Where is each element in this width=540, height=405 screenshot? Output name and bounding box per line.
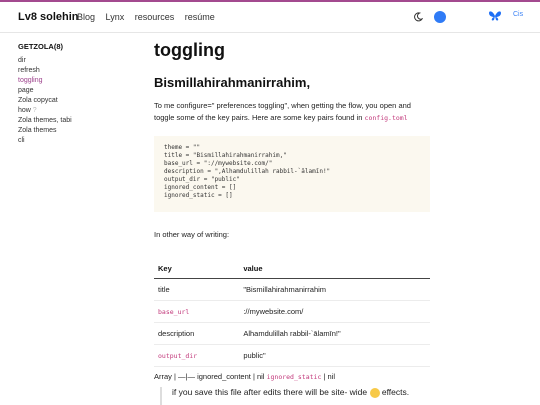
rolling-eyes-emoji-icon xyxy=(369,387,380,398)
section-heading: Bismillahirahmanirrahim, xyxy=(154,75,311,90)
moon-icon[interactable] xyxy=(413,12,423,22)
sidebar-item-zola-themes[interactable]: Zola themes xyxy=(18,126,128,136)
key-value-table: Key value title "Bismillahirahmanirrahim… xyxy=(154,259,430,367)
table-cell-value: public" xyxy=(239,344,430,367)
sidebar-item-toggling[interactable]: toggling xyxy=(18,76,128,86)
table-row: title "Bismillahirahmanirrahim xyxy=(154,278,430,301)
top-navbar: Lv8 solehin Blog Lynx resources resúme C… xyxy=(0,2,540,33)
sidebar-item-how[interactable]: how ? xyxy=(18,106,128,116)
page-title: toggling xyxy=(154,40,225,60)
table-cell-key: output_dir xyxy=(154,344,240,367)
alt-paragraph: In other way of writing: xyxy=(154,230,230,239)
table-cell-value: Alhamdulillah rabbil-`ālamīn!" xyxy=(239,322,430,345)
help-icon: ? xyxy=(32,107,37,114)
sidebar-title: GETZOLA(8) xyxy=(18,42,63,51)
butterfly-icon[interactable] xyxy=(488,10,502,23)
blockquote: if you save this file after edits there … xyxy=(160,387,409,405)
array-line: Array | —|— ignored_content | nil ignore… xyxy=(154,372,336,381)
sidebar-item-zola-themes-tabi[interactable]: Zola themes, tabi xyxy=(18,116,128,126)
table-row: description Alhamdulillah rabbil-`ālamīn… xyxy=(154,322,430,345)
sidebar-item-refresh[interactable]: refresh xyxy=(18,66,128,76)
main-content: toggling Bismillahirahmanirrahim, To me … xyxy=(154,40,430,367)
main-nav: Blog Lynx resources resúme xyxy=(77,12,223,22)
nav-item-resume[interactable]: resúme xyxy=(185,12,215,22)
table-cell-value: "Bismillahirahmanirrahim xyxy=(239,278,430,301)
inline-code: config.toml xyxy=(364,114,408,122)
nav-item-blog[interactable]: Blog xyxy=(77,12,95,22)
table-cell-key: title xyxy=(154,278,240,301)
sidebar-item-zola-copycat[interactable]: Zola copycat xyxy=(18,96,128,106)
array-inline-code: ignored_static xyxy=(266,373,322,381)
language-switch[interactable]: Cis xyxy=(513,11,523,18)
table-row: base_url ://mywebsite.com/ xyxy=(154,300,430,323)
table-header-row: Key value xyxy=(154,259,430,279)
nav-item-resources[interactable]: resources xyxy=(135,12,175,22)
table-cell-value: ://mywebsite.com/ xyxy=(239,300,430,323)
sidebar-item-cli[interactable]: cli xyxy=(18,136,128,146)
intro-paragraph: To me configure=" preferences toggling",… xyxy=(154,101,411,122)
table-header-key: Key xyxy=(154,259,240,279)
sidebar-item-page[interactable]: page xyxy=(18,86,128,96)
sidebar-item-dir[interactable]: dir xyxy=(18,56,128,66)
site-brand[interactable]: Lv8 solehin xyxy=(18,11,79,23)
table-cell-key: description xyxy=(154,322,240,345)
table-header-value: value xyxy=(239,259,430,279)
nav-item-lynx[interactable]: Lynx xyxy=(106,12,125,22)
sidebar: GETZOLA(8) dir refresh toggling page Zol… xyxy=(18,42,128,146)
chat-icon[interactable] xyxy=(434,11,446,23)
table-row: output_dir public" xyxy=(154,344,430,367)
table-cell-key: base_url xyxy=(154,300,240,323)
code-block[interactable]: theme = "" title = "Bismillahirahmanirrah… xyxy=(154,136,430,212)
